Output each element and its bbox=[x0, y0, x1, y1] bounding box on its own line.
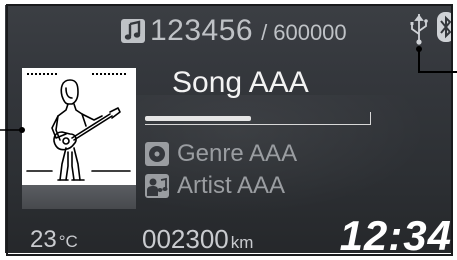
temperature-value: 23 bbox=[30, 226, 57, 253]
track-counter: 123456 / 600000 bbox=[120, 14, 347, 48]
track-total: 600000 bbox=[273, 20, 347, 45]
artist-label: Artist AAA bbox=[177, 172, 286, 199]
temperature-unit: °C bbox=[58, 232, 78, 251]
album-art-reflection bbox=[22, 185, 136, 209]
genre-label: Genre AAA bbox=[177, 140, 298, 167]
odometer-unit: km bbox=[230, 233, 254, 252]
genre-row: Genre AAA bbox=[145, 140, 297, 168]
artist-row: Artist AAA bbox=[145, 172, 285, 200]
progress-bar-fill bbox=[145, 116, 251, 121]
odometer: 002300 km bbox=[142, 224, 253, 255]
artist-icon bbox=[145, 174, 169, 198]
track-separator: / bbox=[261, 20, 268, 45]
music-note-icon bbox=[121, 19, 145, 43]
album-art bbox=[22, 68, 136, 185]
disc-icon bbox=[145, 142, 169, 166]
odometer-value: 002300 bbox=[142, 224, 229, 254]
bluetooth-icon bbox=[437, 12, 455, 42]
display-screen: 123456 / 600000 Song AAA Genre AAA Artis… bbox=[0, 0, 457, 259]
track-number: 123456 bbox=[150, 14, 254, 47]
outside-temperature: 23 °C bbox=[30, 226, 78, 254]
clock: 12:34 bbox=[339, 212, 452, 259]
guitarist-illustration bbox=[26, 73, 131, 181]
song-title: Song AAA bbox=[172, 66, 309, 99]
usb-icon bbox=[410, 14, 428, 45]
